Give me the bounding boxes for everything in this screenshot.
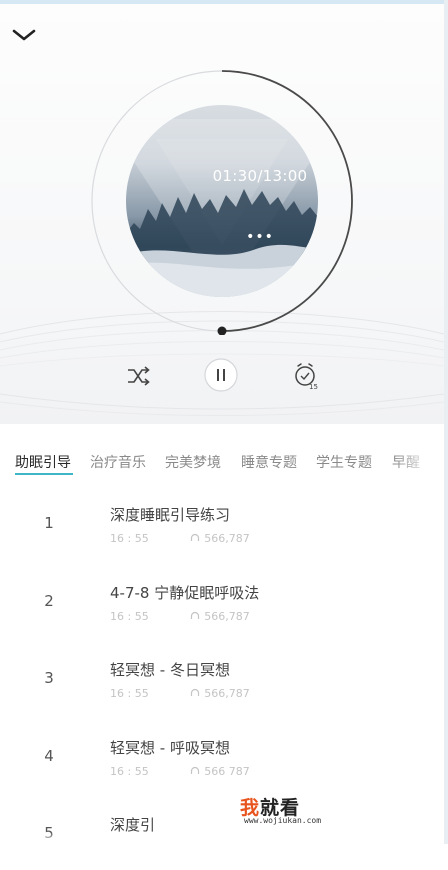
- track-plays: 566,787: [190, 532, 250, 545]
- tab-perfect-dream[interactable]: 完美梦境: [165, 452, 221, 472]
- tab-therapy-music[interactable]: 治疗音乐: [90, 452, 146, 472]
- track-plays: 566,787: [190, 610, 250, 623]
- track-index: 2: [44, 592, 54, 610]
- track-meta: 16 : 55 566 787: [110, 765, 250, 778]
- track-meta: 16 : 55 566,787: [110, 610, 250, 623]
- track-row[interactable]: 3 轻冥想 - 冬日冥想 16 : 55 566,787: [0, 645, 444, 715]
- track-title: 轻冥想 - 冬日冥想: [110, 661, 230, 679]
- pause-icon: [217, 369, 219, 381]
- player-panel: 01:30/13:00 ••• 15: [0, 4, 444, 424]
- track-title: 4-7-8 宁静促眠呼吸法: [110, 584, 260, 602]
- category-tabs: 助眠引导 治疗音乐 完美梦境 睡意专题 学生专题 早醒: [0, 444, 444, 480]
- track-duration: 16 : 55: [110, 532, 149, 545]
- progress-knob: [217, 326, 227, 335]
- more-options-icon[interactable]: •••: [126, 229, 318, 245]
- collapse-chevron-icon[interactable]: [10, 24, 38, 46]
- track-index: 4: [44, 747, 54, 765]
- track-play-count: 566,787: [204, 610, 250, 623]
- headphone-icon: [191, 766, 200, 774]
- track-duration: 16 : 55: [110, 610, 149, 623]
- track-plays: 566,787: [190, 687, 250, 700]
- watermark-url: www.wojiukan.com: [244, 816, 322, 825]
- track-index: 1: [44, 514, 54, 532]
- tab-student-topics[interactable]: 学生专题: [316, 452, 372, 472]
- track-row[interactable]: 4 轻冥想 - 呼吸冥想 16 : 55 566 787: [0, 723, 444, 793]
- alarm-timer-icon[interactable]: 15: [290, 359, 324, 393]
- headphone-icon: [191, 533, 200, 541]
- active-tab-indicator: [15, 473, 73, 475]
- track-duration: 16 : 55: [110, 765, 149, 778]
- track-meta: 16 : 55 566,787: [110, 532, 250, 545]
- track-play-count: 566,787: [204, 687, 250, 700]
- track-duration: 16 : 55: [110, 687, 149, 700]
- tabs-fade-overlay: [394, 444, 444, 480]
- right-frame-edge: [444, 0, 448, 844]
- tab-sleepy-topics[interactable]: 睡意专题: [241, 452, 297, 472]
- track-plays: 566 787: [190, 765, 250, 778]
- headphone-icon: [191, 688, 200, 696]
- shuffle-icon[interactable]: [120, 359, 156, 393]
- bottom-fade: [0, 832, 444, 844]
- tab-sleep-guide[interactable]: 助眠引导: [15, 452, 71, 472]
- track-row[interactable]: 1 深度睡眠引导练习 16 : 55 566,787: [0, 490, 444, 560]
- track-index: 3: [44, 669, 54, 687]
- pause-button[interactable]: [201, 355, 241, 395]
- track-play-count: 566,787: [204, 532, 250, 545]
- forest-mist-illustration: [126, 119, 318, 297]
- timer-value: 15: [309, 383, 318, 391]
- album-cover-image: 01:30/13:00 •••: [126, 105, 318, 297]
- track-play-count: 566 787: [204, 765, 250, 778]
- track-meta: 16 : 55 566,787: [110, 687, 250, 700]
- playback-time: 01:30/13:00: [212, 167, 308, 185]
- track-title: 深度睡眠引导练习: [110, 506, 231, 524]
- album-disc: 01:30/13:00 •••: [88, 67, 356, 335]
- track-title: 轻冥想 - 呼吸冥想: [110, 739, 230, 757]
- watermark-logo: 我就看 www.wojiukan.com: [240, 793, 350, 827]
- headphone-icon: [191, 611, 200, 619]
- track-row[interactable]: 2 4-7-8 宁静促眠呼吸法 16 : 55 566,787: [0, 568, 444, 638]
